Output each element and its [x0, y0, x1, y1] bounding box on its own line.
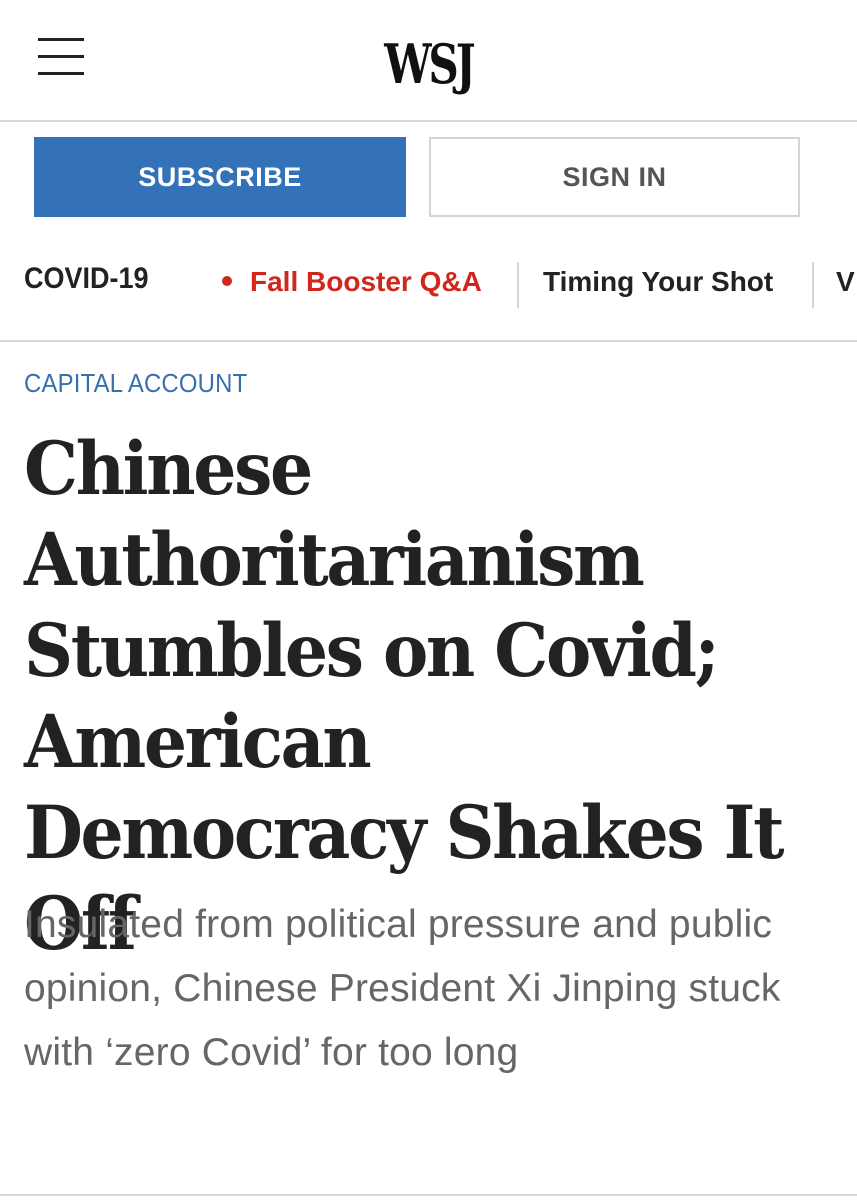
section-flashline[interactable]: CAPITAL ACCOUNT: [24, 368, 247, 399]
article-dek: Insulated from political pressure and pu…: [24, 903, 781, 1074]
nav-divider: [812, 262, 814, 308]
menu-bar-middle: [38, 55, 84, 58]
site-header: WSJ: [0, 0, 857, 122]
nav-link-truncated[interactable]: V: [836, 266, 855, 298]
menu-bar-bottom: [38, 72, 84, 75]
nav-link-timing-your-shot[interactable]: Timing Your Shot: [543, 266, 773, 298]
article-headline: Chinese Authoritarianism Stumbles on Cov…: [24, 426, 784, 967]
topic-nav-bar: COVID-19 Fall Booster Q&A Timing Your Sh…: [0, 242, 857, 342]
wsj-logo[interactable]: WSJ: [94, 32, 762, 96]
nav-divider: [517, 262, 519, 308]
live-dot-icon: [222, 275, 232, 286]
sign-in-button[interactable]: SIGN IN: [429, 137, 800, 217]
subscribe-button[interactable]: SUBSCRIBE: [34, 137, 406, 217]
hamburger-menu-icon[interactable]: [38, 38, 86, 78]
nav-link-fall-booster[interactable]: Fall Booster Q&A: [222, 266, 482, 298]
topic-label[interactable]: COVID-19: [24, 262, 149, 296]
menu-bar-top: [38, 38, 84, 41]
nav-link-label: Fall Booster Q&A: [250, 266, 482, 297]
divider: [0, 1194, 857, 1196]
